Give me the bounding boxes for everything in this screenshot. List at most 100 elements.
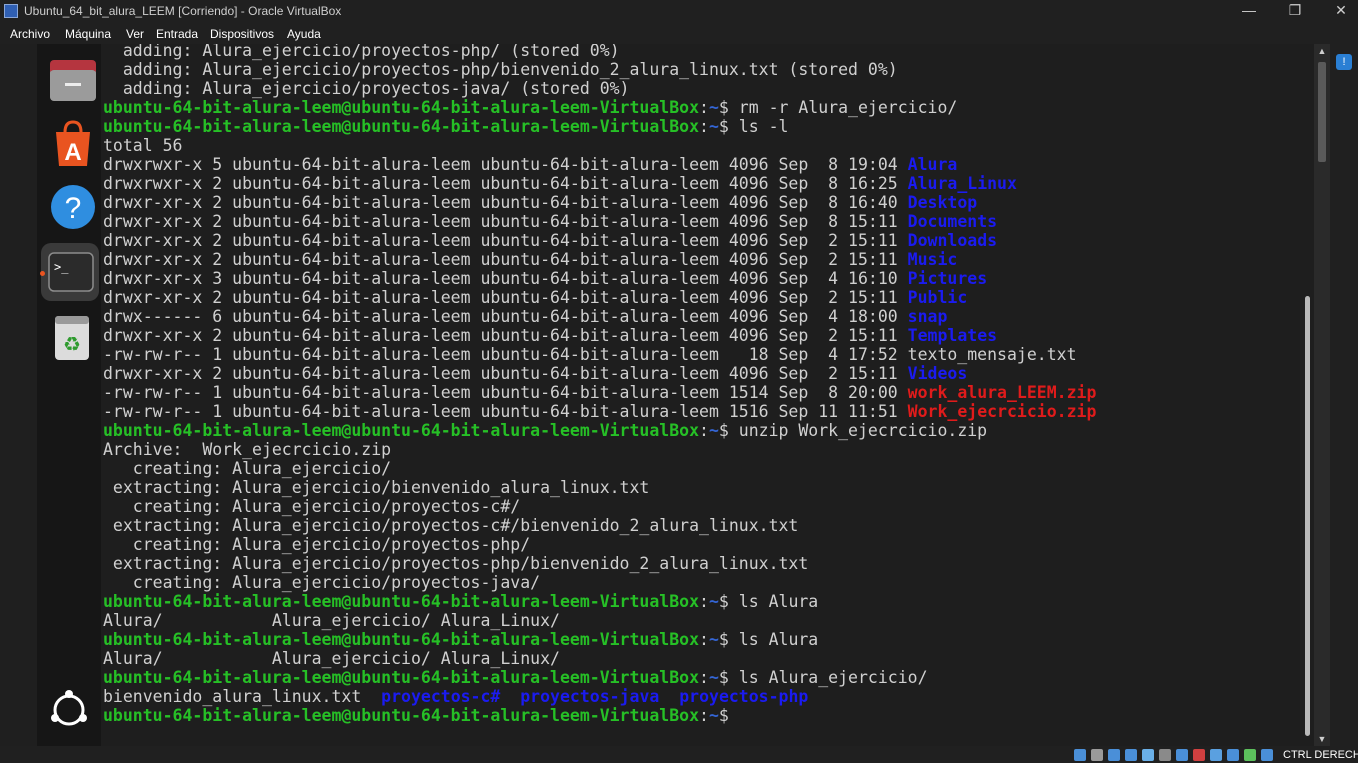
close-button[interactable]: ✕ [1318, 0, 1358, 23]
folder-icon [50, 60, 96, 101]
terminal-text: Alura/ Alura_ejercicio/ Alura_Linux/ [103, 649, 560, 668]
terminal-text: drwxr-xr-x 2 ubuntu-64-bit-alura-leem ub… [103, 364, 908, 383]
terminal-text: $ ls Alura_ejercicio/ [718, 668, 928, 687]
audio-icon[interactable] [1108, 749, 1120, 761]
terminal-dir-text: Alura_Linux [907, 174, 1017, 193]
dock-app-center[interactable]: A [41, 114, 99, 172]
terminal-path-text: ~ [708, 98, 719, 117]
mouse-integration-icon[interactable] [1244, 749, 1256, 761]
terminal-path-text: ~ [708, 706, 719, 725]
terminal-line: ubuntu-64-bit-alura-leem@ubuntu-64-bit-a… [103, 706, 1096, 725]
hard-disk-icon[interactable] [1074, 749, 1086, 761]
terminal-text: $ ls Alura [718, 592, 819, 611]
terminal-line: drwx------ 6 ubuntu-64-bit-alura-leem ub… [103, 307, 1096, 326]
terminal-text: $ [718, 706, 739, 725]
terminal-text: : [699, 421, 709, 440]
terminal-line: extracting: Alura_ejercicio/proyectos-c#… [103, 516, 1096, 535]
terminal-prompt-text: ubuntu-64-bit-alura-leem@ubuntu-64-bit-a… [103, 668, 700, 687]
minimize-button[interactable]: — [1226, 0, 1272, 23]
terminal-text: -rw-rw-r-- 1 ubuntu-64-bit-alura-leem ub… [103, 345, 1077, 364]
usb-icon[interactable] [1142, 749, 1154, 761]
menu-ayuda[interactable]: Ayuda [287, 27, 321, 41]
shared-folders-icon[interactable] [1159, 749, 1171, 761]
terminal-zip-text: Work_ejecrcicio.zip [907, 402, 1097, 421]
optical-drive-icon[interactable] [1091, 749, 1103, 761]
network-icon[interactable] [1125, 749, 1137, 761]
terminal-scrollbar[interactable] [1300, 44, 1314, 746]
terminal-text: : [699, 98, 709, 117]
terminal-prompt-text: ubuntu-64-bit-alura-leem@ubuntu-64-bit-a… [103, 117, 700, 136]
terminal-line: Alura/ Alura_ejercicio/ Alura_Linux/ [103, 649, 1096, 668]
terminal-line: Archive: Work_ejecrcicio.zip [103, 440, 1096, 459]
terminal-line: drwxr-xr-x 3 ubuntu-64-bit-alura-leem ub… [103, 269, 1096, 288]
scroll-up-arrow-icon[interactable]: ▲ [1317, 46, 1327, 56]
host-scrollbar[interactable]: ▲ ▼ [1314, 44, 1330, 746]
terminal-dir-text: proyectos-php [679, 687, 809, 706]
dock-show-apps[interactable] [41, 680, 99, 738]
terminal-line: ubuntu-64-bit-alura-leem@ubuntu-64-bit-a… [103, 592, 1096, 611]
terminal-line: adding: Alura_ejercicio/proyectos-php/ (… [103, 44, 1096, 60]
terminal-dir-text: snap [907, 307, 948, 326]
terminal-text: Archive: Work_ejecrcicio.zip [103, 440, 392, 459]
terminal-text: extracting: Alura_ejercicio/proyectos-c#… [103, 516, 799, 535]
terminal-line: total 56 [103, 136, 1096, 155]
notification-icon[interactable]: ! [1336, 54, 1352, 70]
host-key-label[interactable]: CTRL DERECH [1283, 749, 1358, 761]
menu-archivo[interactable]: Archivo [10, 27, 50, 41]
display-icon[interactable] [1176, 749, 1188, 761]
right-pane [1330, 44, 1358, 746]
terminal-text: drwxr-xr-x 2 ubuntu-64-bit-alura-leem ub… [103, 193, 908, 212]
recording-icon[interactable] [1193, 749, 1205, 761]
terminal-text: extracting: Alura_ejercicio/proyectos-ph… [103, 554, 809, 573]
terminal-dir-text: proyectos-c# [381, 687, 501, 706]
trash-icon: ♻ [55, 316, 89, 360]
terminal-window[interactable]: adding: Alura_ejercicio/proyectos-php/ (… [101, 44, 1314, 746]
terminal-dir-text: Desktop [907, 193, 978, 212]
menu-maquina[interactable]: Máquina [65, 27, 111, 41]
terminal-line: ubuntu-64-bit-alura-leem@ubuntu-64-bit-a… [103, 668, 1096, 687]
cpu-icon[interactable] [1227, 749, 1239, 761]
terminal-line: creating: Alura_ejercicio/proyectos-php/ [103, 535, 1096, 554]
terminal-text: drwx------ 6 ubuntu-64-bit-alura-leem ub… [103, 307, 908, 326]
terminal-text: adding: Alura_ejercicio/proyectos-php/ (… [103, 44, 620, 60]
terminal-line: drwxrwxr-x 2 ubuntu-64-bit-alura-leem ub… [103, 174, 1096, 193]
terminal-dir-text: Pictures [907, 269, 988, 288]
scroll-down-arrow-icon[interactable]: ▼ [1317, 734, 1327, 744]
terminal-text: extracting: Alura_ejercicio/bienvenido_a… [103, 478, 650, 497]
terminal-line: Alura/ Alura_ejercicio/ Alura_Linux/ [103, 611, 1096, 630]
menu-ver[interactable]: Ver [126, 27, 144, 41]
help-icon: ? [51, 185, 95, 229]
restore-button[interactable]: ❐ [1272, 0, 1318, 23]
terminal-line: adding: Alura_ejercicio/proyectos-php/bi… [103, 60, 1096, 79]
menubar: Archivo Máquina Ver Entrada Dispositivos… [0, 23, 1358, 44]
dock-trash[interactable]: ♻ [41, 308, 99, 366]
terminal-line: creating: Alura_ejercicio/ [103, 459, 1096, 478]
terminal-line: creating: Alura_ejercicio/proyectos-java… [103, 573, 1096, 592]
dock-help[interactable]: ? [41, 177, 99, 235]
vm-statusbar: CTRL DERECH [0, 746, 1358, 763]
terminal-prompt-text: ubuntu-64-bit-alura-leem@ubuntu-64-bit-a… [103, 421, 700, 440]
terminal-text: adding: Alura_ejercicio/proyectos-php/bi… [103, 60, 898, 79]
window-titlebar: Ubuntu_64_bit_alura_LEEM [Corriendo] - O… [0, 0, 1358, 23]
host-scrollbar-thumb[interactable] [1318, 62, 1326, 162]
svg-text:>_: >_ [54, 260, 69, 274]
dock-terminal[interactable]: >_ [40, 243, 99, 301]
terminal-text: drwxr-xr-x 2 ubuntu-64-bit-alura-leem ub… [103, 231, 908, 250]
menu-entrada[interactable]: Entrada [156, 27, 198, 41]
terminal-text: : [699, 706, 709, 725]
terminal-dir-text: Templates [907, 326, 998, 345]
apps-grid-icon [51, 690, 87, 726]
terminal-output[interactable]: adding: Alura_ejercicio/proyectos-php/ (… [103, 44, 1096, 725]
terminal-zip-text: work_alura_LEEM.zip [907, 383, 1097, 402]
terminal-line: extracting: Alura_ejercicio/bienvenido_a… [103, 478, 1096, 497]
menu-dispositivos[interactable]: Dispositivos [210, 27, 274, 41]
dock-files[interactable] [41, 50, 99, 108]
vt-x-icon[interactable] [1210, 749, 1222, 761]
keyboard-icon[interactable] [1261, 749, 1273, 761]
ubuntu-dock: A ? >_ ♻ [37, 44, 101, 746]
terminal-text: creating: Alura_ejercicio/proyectos-java… [103, 573, 541, 592]
terminal-line: -rw-rw-r-- 1 ubuntu-64-bit-alura-leem ub… [103, 345, 1096, 364]
terminal-scrollbar-thumb[interactable] [1305, 296, 1310, 736]
terminal-prompt-text: ubuntu-64-bit-alura-leem@ubuntu-64-bit-a… [103, 630, 700, 649]
